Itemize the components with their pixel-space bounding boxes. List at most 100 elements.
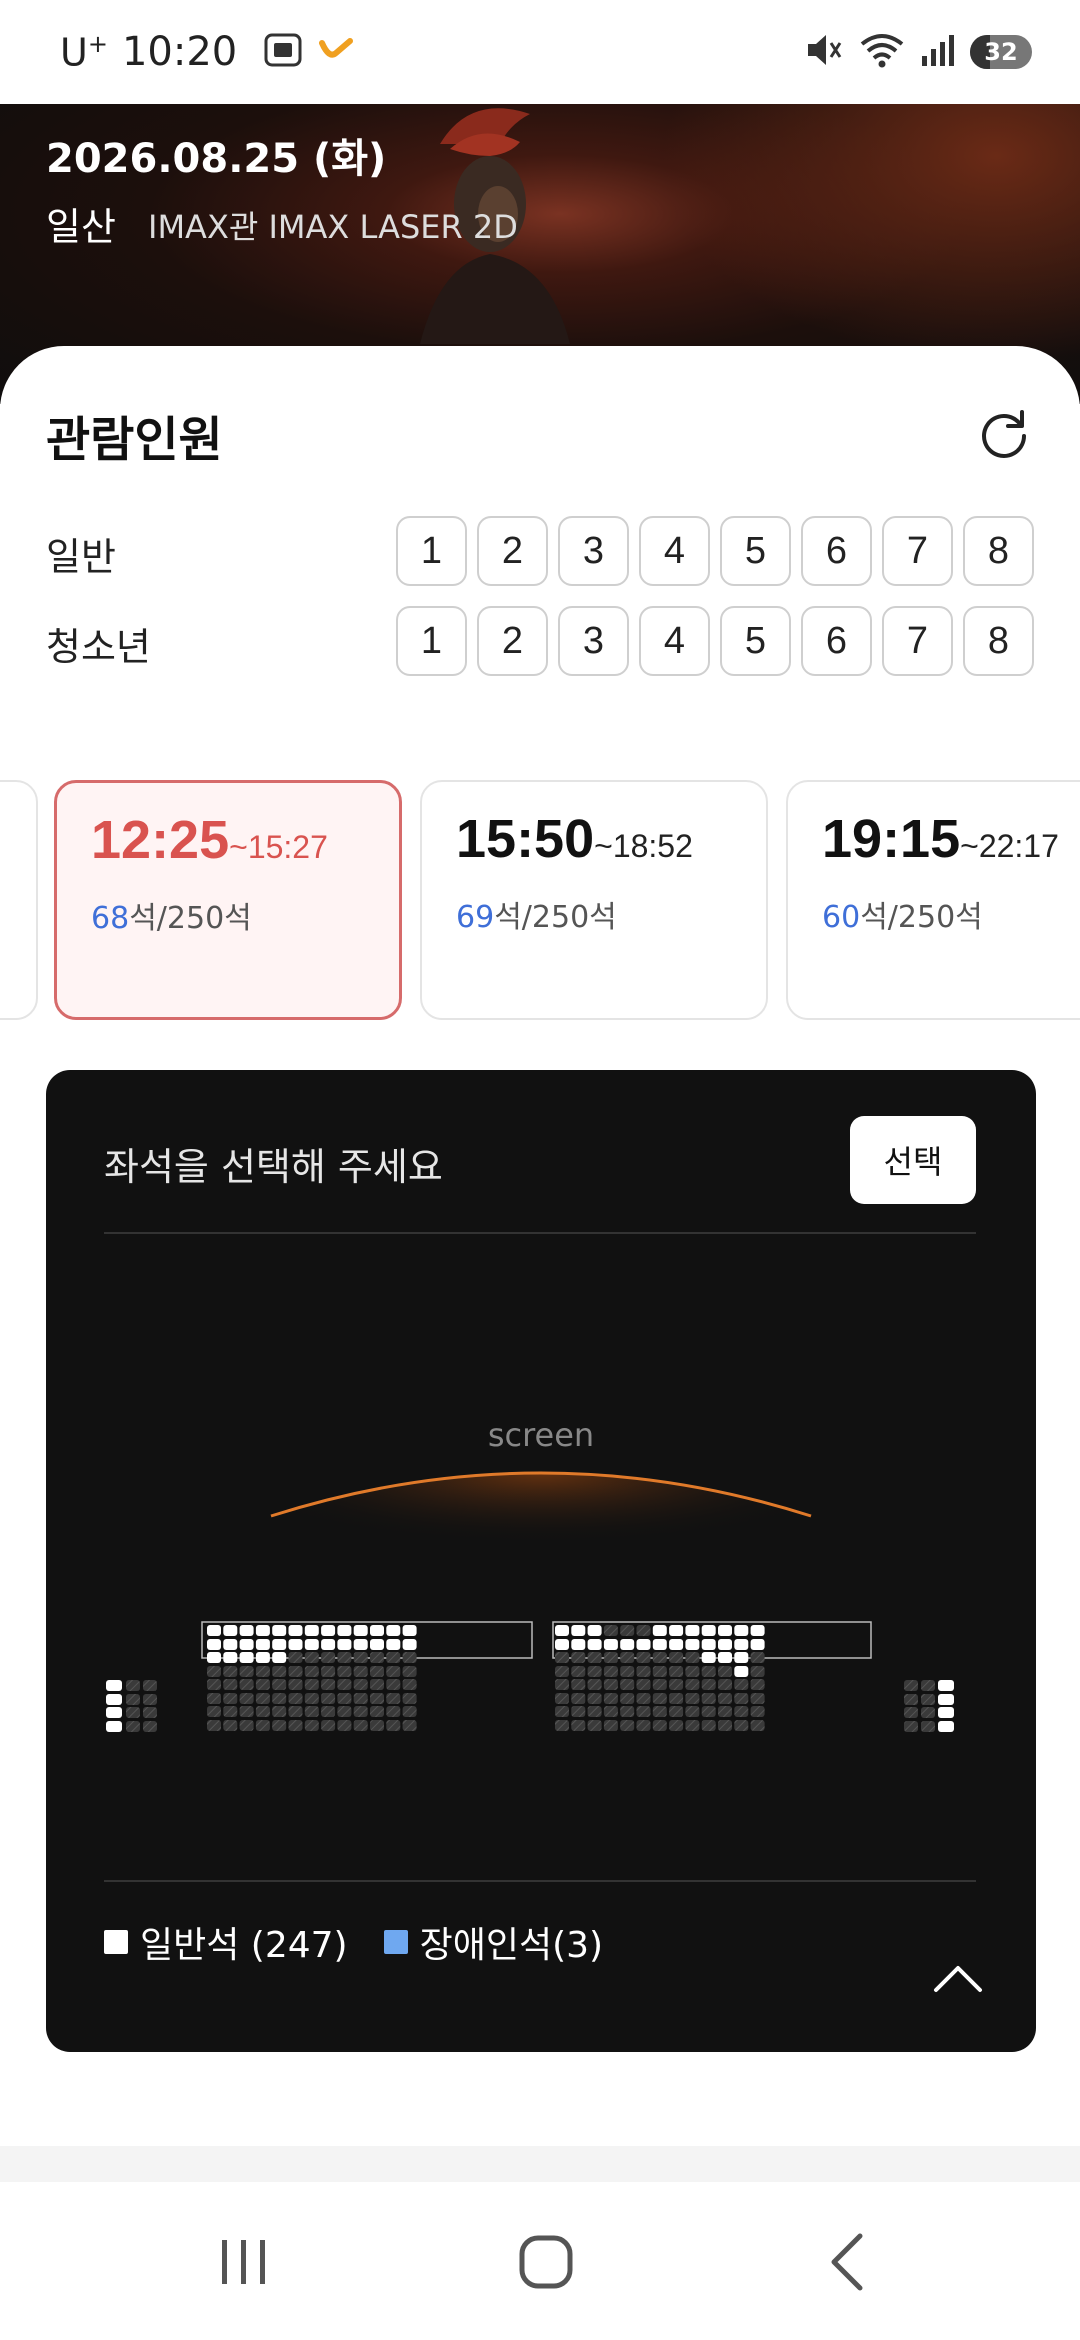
seat-available[interactable]: [718, 1652, 732, 1663]
seat-available[interactable]: [207, 1639, 221, 1650]
seat-available[interactable]: [587, 1639, 602, 1650]
back-icon[interactable]: [808, 2222, 888, 2302]
seat-available[interactable]: [734, 1652, 749, 1663]
adult-count-option[interactable]: 7: [882, 516, 953, 586]
seat-available[interactable]: [701, 1652, 716, 1663]
seat-available[interactable]: [669, 1625, 684, 1636]
seat-available[interactable]: [304, 1639, 319, 1650]
seat-taken: [402, 1693, 417, 1704]
seat-available[interactable]: [718, 1625, 732, 1636]
seat-available[interactable]: [652, 1639, 667, 1650]
seat-available[interactable]: [304, 1625, 319, 1636]
showtime-card[interactable]: 15:50~18:52 69석/250석: [420, 780, 768, 1020]
seat-available[interactable]: [207, 1652, 221, 1663]
seat-available[interactable]: [106, 1694, 122, 1705]
youth-count-option[interactable]: 7: [882, 606, 953, 676]
seat-available[interactable]: [337, 1625, 352, 1636]
seat-available[interactable]: [106, 1707, 122, 1718]
seat-available[interactable]: [571, 1639, 586, 1650]
seat-available[interactable]: [636, 1639, 651, 1650]
seat-available[interactable]: [685, 1625, 700, 1636]
seat-available[interactable]: [106, 1721, 122, 1732]
youth-count-option[interactable]: 6: [801, 606, 872, 676]
adult-count-option[interactable]: 6: [801, 516, 872, 586]
seat-available[interactable]: [620, 1639, 635, 1650]
seat-available[interactable]: [386, 1639, 401, 1650]
adult-count-option[interactable]: 5: [720, 516, 791, 586]
seat-available[interactable]: [701, 1639, 716, 1650]
seat-available[interactable]: [938, 1680, 954, 1691]
adult-count-option[interactable]: 8: [963, 516, 1034, 586]
youth-count-option[interactable]: 8: [963, 606, 1034, 676]
recent-apps-icon[interactable]: [204, 2222, 284, 2302]
seat-available[interactable]: [321, 1625, 336, 1636]
seat-available[interactable]: [239, 1652, 254, 1663]
seat-available[interactable]: [207, 1625, 221, 1636]
seat-available[interactable]: [701, 1625, 716, 1636]
youth-count-option[interactable]: 1: [396, 606, 467, 676]
seat-available[interactable]: [239, 1639, 254, 1650]
seat-available[interactable]: [587, 1625, 602, 1636]
showtime-card[interactable]: 12:25~15:27 68석/250석: [54, 780, 402, 1020]
seat-available[interactable]: [321, 1639, 336, 1650]
seat-available[interactable]: [288, 1625, 303, 1636]
seat-available[interactable]: [938, 1694, 954, 1705]
chevron-up-icon[interactable]: [932, 1962, 984, 1996]
showtime-card-previous[interactable]: [0, 780, 38, 1020]
youth-count-option[interactable]: 3: [558, 606, 629, 676]
seat-available[interactable]: [255, 1625, 270, 1636]
youth-count-option[interactable]: 5: [720, 606, 791, 676]
youth-count-option[interactable]: 4: [639, 606, 710, 676]
seat-available[interactable]: [353, 1639, 368, 1650]
seat-available[interactable]: [239, 1625, 254, 1636]
seat-available[interactable]: [685, 1639, 700, 1650]
seat-available[interactable]: [272, 1652, 287, 1663]
seat-available[interactable]: [938, 1721, 954, 1732]
seat-taken: [386, 1679, 401, 1690]
seat-available[interactable]: [734, 1666, 749, 1677]
seat-available[interactable]: [402, 1639, 417, 1650]
seat-available[interactable]: [223, 1652, 238, 1663]
adult-count-option[interactable]: 4: [639, 516, 710, 586]
seat-taken: [701, 1720, 716, 1731]
adult-count-option[interactable]: 3: [558, 516, 629, 586]
seat-available[interactable]: [288, 1639, 303, 1650]
seat-available[interactable]: [750, 1639, 765, 1650]
seat-available[interactable]: [555, 1625, 569, 1636]
seat-taken: [603, 1652, 618, 1663]
seat-available[interactable]: [386, 1625, 401, 1636]
adult-count-option[interactable]: 1: [396, 516, 467, 586]
seat-available[interactable]: [353, 1625, 368, 1636]
seat-available[interactable]: [734, 1639, 749, 1650]
seat-available[interactable]: [106, 1680, 122, 1691]
seat-available[interactable]: [402, 1625, 417, 1636]
adult-count-option[interactable]: 2: [477, 516, 548, 586]
seat-available[interactable]: [603, 1639, 618, 1650]
seat-available[interactable]: [255, 1639, 270, 1650]
seat-available[interactable]: [370, 1639, 384, 1650]
showtime-card[interactable]: 19:15~22:17 60석/250석: [786, 780, 1080, 1020]
seat-available[interactable]: [669, 1639, 684, 1650]
seat-available[interactable]: [255, 1652, 270, 1663]
seat-available[interactable]: [555, 1639, 569, 1650]
seat-available[interactable]: [337, 1639, 352, 1650]
seat-available[interactable]: [272, 1639, 287, 1650]
seat-taken: [734, 1720, 749, 1731]
seat-available[interactable]: [652, 1625, 667, 1636]
home-icon[interactable]: [506, 2222, 586, 2302]
seat-available[interactable]: [223, 1625, 238, 1636]
seat-available[interactable]: [734, 1625, 749, 1636]
seat-available[interactable]: [272, 1625, 287, 1636]
seat-taken: [304, 1720, 319, 1731]
seat-available[interactable]: [938, 1707, 954, 1718]
refresh-icon[interactable]: [976, 406, 1032, 462]
youth-count-option[interactable]: 2: [477, 606, 548, 676]
seat-taken: [652, 1652, 667, 1663]
seat-map[interactable]: [46, 1070, 1036, 1890]
seat-available[interactable]: [750, 1625, 765, 1636]
seat-available[interactable]: [718, 1639, 732, 1650]
showtime-carousel[interactable]: 12:25~15:27 68석/250석 15:50~18:52 69석/250…: [0, 780, 1080, 1024]
seat-available[interactable]: [370, 1625, 384, 1636]
seat-available[interactable]: [223, 1639, 238, 1650]
seat-available[interactable]: [571, 1625, 586, 1636]
